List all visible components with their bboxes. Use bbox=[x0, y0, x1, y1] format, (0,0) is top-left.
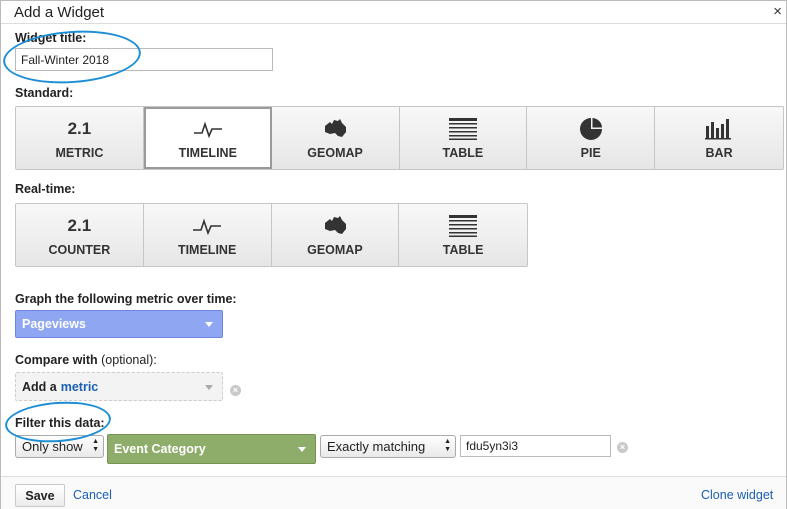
chevron-down-icon bbox=[298, 447, 306, 452]
tile-label: BAR bbox=[705, 145, 733, 160]
select-arrows-icon: ▲ ▼ bbox=[92, 438, 99, 453]
counter-number-icon: 2.1 bbox=[67, 215, 92, 235]
geomap-icon bbox=[322, 214, 348, 238]
save-button[interactable]: Save bbox=[15, 484, 65, 507]
cancel-link[interactable]: Cancel bbox=[73, 488, 112, 502]
tile-label: GEOMAP bbox=[307, 145, 363, 160]
tile-label: TABLE bbox=[442, 242, 484, 257]
dialog-footer bbox=[1, 476, 786, 509]
table-icon bbox=[448, 117, 477, 141]
dimension-dropdown[interactable]: Event Category bbox=[107, 434, 316, 464]
geomap-icon bbox=[322, 117, 348, 141]
dialog-title: Add a Widget bbox=[14, 4, 105, 21]
standard-tiles: 2.1 METRIC TIMELINE GEOMAP TABLE PIE BAR bbox=[15, 106, 784, 170]
close-icon[interactable]: × bbox=[773, 3, 782, 20]
match-type-select[interactable]: Exactly matching ▲ ▼ bbox=[320, 435, 456, 458]
realtime-tile-timeline[interactable]: TIMELINE bbox=[144, 204, 272, 266]
filter-label: Filter this data: bbox=[15, 416, 105, 430]
widget-title-input[interactable] bbox=[15, 48, 273, 71]
bar-icon bbox=[705, 117, 733, 141]
realtime-tile-geomap[interactable]: GEOMAP bbox=[272, 204, 400, 266]
table-icon bbox=[449, 214, 478, 238]
tile-label: TIMELINE bbox=[177, 242, 237, 257]
add-metric-dropdown[interactable]: Add a metric bbox=[15, 372, 223, 401]
remove-compare-icon[interactable]: × bbox=[230, 385, 241, 396]
compare-optional-text: (optional): bbox=[101, 353, 157, 367]
select-arrows-icon: ▲ ▼ bbox=[444, 438, 451, 453]
standard-tile-pie[interactable]: PIE bbox=[527, 107, 656, 169]
remove-filter-icon[interactable]: × bbox=[617, 442, 628, 453]
tile-label: GEOMAP bbox=[307, 242, 363, 257]
metric-dropdown[interactable]: Pageviews bbox=[15, 310, 223, 338]
compare-label: Compare with (optional): bbox=[15, 353, 157, 367]
timeline-icon bbox=[193, 117, 222, 141]
dimension-dropdown-value: Event Category bbox=[114, 442, 206, 456]
metric-link[interactable]: metric bbox=[61, 380, 99, 394]
standard-label: Standard: bbox=[15, 86, 74, 100]
tile-label: METRIC bbox=[55, 145, 104, 160]
chevron-down-icon bbox=[205, 322, 213, 327]
filter-show-select[interactable]: Only show ▲ ▼ bbox=[15, 435, 104, 458]
standard-tile-timeline[interactable]: TIMELINE bbox=[143, 107, 272, 169]
standard-tile-metric[interactable]: 2.1 METRIC bbox=[16, 107, 144, 169]
clone-widget-link[interactable]: Clone widget bbox=[701, 488, 773, 502]
pie-icon bbox=[579, 117, 602, 141]
compare-label-text: Compare with bbox=[15, 353, 98, 367]
realtime-label: Real-time: bbox=[15, 182, 76, 196]
graph-metric-label: Graph the following metric over time: bbox=[15, 292, 237, 306]
metric-number-icon: 2.1 bbox=[67, 118, 92, 138]
tile-label: PIE bbox=[580, 145, 601, 160]
standard-tile-geomap[interactable]: GEOMAP bbox=[272, 107, 400, 169]
timeline-icon bbox=[193, 214, 222, 238]
tile-label: TABLE bbox=[442, 145, 484, 160]
realtime-tile-table[interactable]: TABLE bbox=[399, 204, 527, 266]
standard-tile-bar[interactable]: BAR bbox=[655, 107, 783, 169]
dialog-titlebar: Add a Widget × bbox=[1, 1, 786, 24]
realtime-tile-counter[interactable]: 2.1 COUNTER bbox=[16, 204, 144, 266]
metric-dropdown-value: Pageviews bbox=[22, 317, 86, 331]
add-metric-text: Add a bbox=[22, 379, 57, 394]
add-widget-dialog: Add a Widget × Widget title: Standard: 2… bbox=[0, 0, 787, 509]
chevron-down-icon bbox=[205, 384, 213, 390]
realtime-tiles: 2.1 COUNTER TIMELINE GEOMAP TABLE bbox=[15, 203, 528, 267]
filter-value-input[interactable] bbox=[460, 435, 611, 457]
match-type-value: Exactly matching bbox=[327, 439, 426, 454]
standard-tile-table[interactable]: TABLE bbox=[400, 107, 528, 169]
filter-show-value: Only show bbox=[22, 439, 83, 454]
widget-title-label: Widget title: bbox=[15, 31, 87, 45]
tile-label: TIMELINE bbox=[178, 145, 237, 160]
tile-label: COUNTER bbox=[48, 242, 111, 257]
